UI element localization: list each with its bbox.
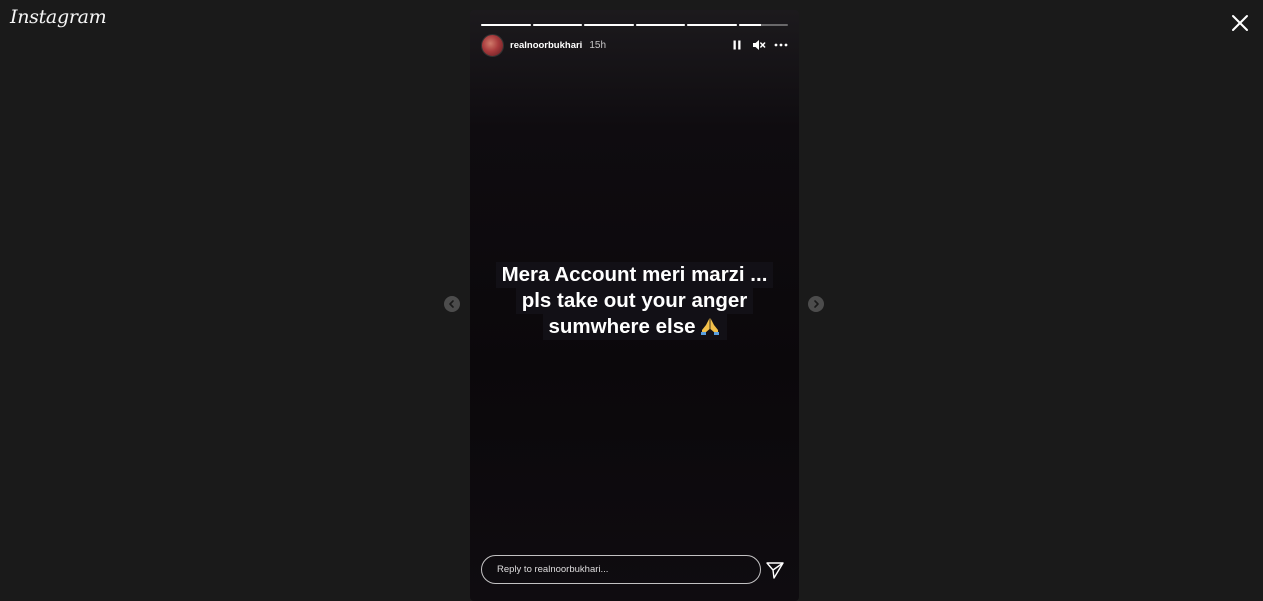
progress-segment-fill <box>738 24 761 26</box>
progress-segment <box>481 24 531 26</box>
progress-segment <box>687 24 737 26</box>
story-timestamp: 15h <box>589 39 607 51</box>
progress-segment-fill <box>481 24 531 26</box>
story-viewer[interactable]: realnoorbukhari 15h Mera Account meri ma… <box>470 10 799 601</box>
story-controls <box>730 38 788 52</box>
story-header: realnoorbukhari 15h <box>481 33 788 57</box>
caption-line-1: Mera Account meri marzi ... <box>495 262 774 288</box>
close-button[interactable] <box>1229 12 1251 34</box>
progress-segment <box>738 24 788 26</box>
progress-segment-fill <box>635 24 685 26</box>
chevron-right-icon <box>814 300 819 308</box>
progress-segment <box>635 24 685 26</box>
chevron-left-icon <box>449 300 454 308</box>
caption-line-3-wrap: sumwhere else <box>542 314 727 340</box>
previous-story-button[interactable] <box>444 296 460 312</box>
avatar[interactable] <box>481 33 504 57</box>
progress-segment-fill <box>532 24 582 26</box>
send-button[interactable] <box>765 560 785 580</box>
progress-segment-fill <box>584 24 634 26</box>
more-options-button[interactable] <box>774 38 788 52</box>
progress-segment <box>532 24 582 26</box>
progress-segment <box>584 24 634 26</box>
praying-hands-icon <box>700 318 719 335</box>
progress-segment-fill <box>687 24 737 26</box>
pause-button[interactable] <box>730 38 744 52</box>
next-story-button[interactable] <box>808 296 824 312</box>
more-options-icon <box>774 43 788 47</box>
muted-speaker-icon <box>753 40 766 50</box>
mute-button[interactable] <box>752 38 766 52</box>
reply-field[interactable] <box>481 555 761 584</box>
send-icon <box>766 562 784 579</box>
story-progress-bar <box>481 24 788 26</box>
caption-line-3: sumwhere else <box>548 315 696 338</box>
caption-line-2: pls take out your anger <box>515 288 754 314</box>
story-username[interactable]: realnoorbukhari <box>510 40 582 51</box>
pause-icon <box>733 40 741 50</box>
close-icon <box>1232 15 1248 31</box>
reply-input[interactable] <box>495 563 747 576</box>
instagram-logo[interactable]: Instagram <box>10 6 107 28</box>
story-caption: Mera Account meri marzi ... pls take out… <box>470 262 799 340</box>
